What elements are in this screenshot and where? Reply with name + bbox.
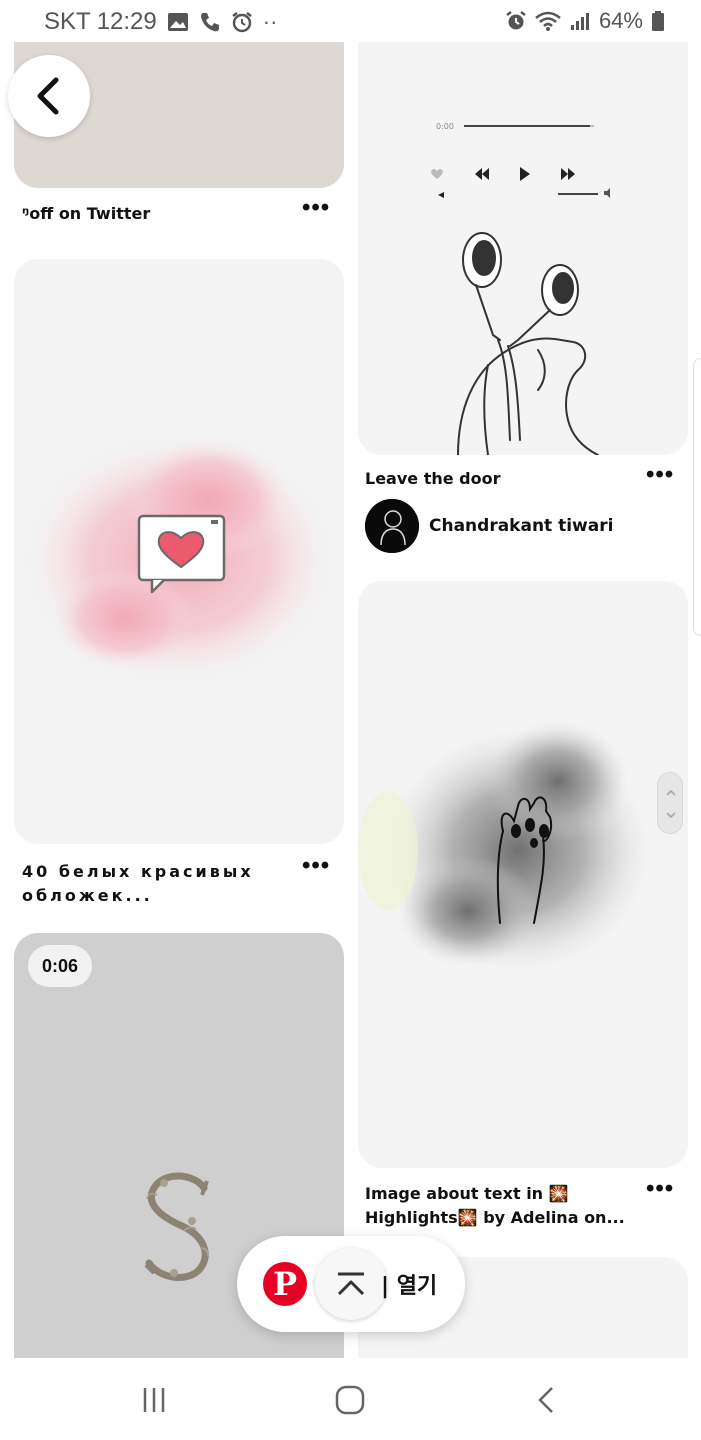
ink-fist-illustration [358,721,648,971]
scroll-arrows-icon [666,789,676,819]
open-app-pill[interactable]: P | 열기 [237,1236,465,1332]
battery-icon [651,10,665,32]
pin-image[interactable] [14,259,344,844]
alarm-icon [231,11,253,33]
video-duration-badge: 0:06 [28,945,93,987]
scroll-to-top-button[interactable] [315,1248,387,1320]
recent-apps-button[interactable] [134,1380,174,1420]
back-icon [538,1387,553,1413]
side-panel-handle[interactable] [693,358,701,636]
earphones-illustration: 0:00 [431,122,610,455]
heart-chat-icon [137,514,226,594]
signal-icon [569,10,591,32]
clock-label: 12:29 [96,8,157,35]
more-options-button[interactable]: ••• [302,194,330,222]
scroll-handle[interactable] [657,772,683,834]
phone-icon [199,11,221,33]
pin-title[interactable]: 40 белых красивых обложек... [22,860,292,908]
avatar[interactable] [365,499,419,553]
home-icon [335,1385,365,1415]
navigation-bar [0,1358,701,1440]
pin-image[interactable]: 0:00 [358,20,688,455]
chevron-left-icon [37,77,59,115]
battery-percent: 64% [598,8,643,33]
person-silhouette-icon [365,499,419,553]
pin-title[interactable]: ᵑoff on Twitter [22,202,292,226]
open-in-app-label[interactable]: | 열기 [381,1268,437,1300]
more-options-button[interactable]: ••• [646,461,674,489]
pinterest-logo-icon[interactable]: P [263,1262,307,1306]
status-bar: SKT 12:29 ·· 64% [0,0,701,42]
gallery-icon [167,11,189,33]
pin-author[interactable]: Chandrakant tiwari [365,499,613,553]
carrier-label: SKT [44,8,91,35]
pin-title[interactable]: Leave the door [365,467,625,491]
pin-title[interactable]: Image about text in 🎇Highlights🎇 by Adel… [365,1182,640,1230]
player-controls [431,167,610,198]
back-button[interactable] [8,55,90,137]
more-options-button[interactable]: ••• [646,1175,674,1203]
pin-image[interactable] [358,581,688,1168]
home-button[interactable] [330,1380,370,1420]
recent-apps-icon [143,1388,165,1412]
status-left: SKT 12:29 ·· [44,8,277,36]
app-root: SKT 12:29 ·· 64% ᵑoff on Twitter ••• 40 … [0,0,701,1440]
status-more-dots: ·· [262,9,278,34]
alarm-icon [505,10,527,32]
chevron-up-icon [337,1272,365,1296]
author-name[interactable]: Chandrakant tiwari [429,516,613,536]
heart-message-illustration [29,439,329,679]
player-time: 0:00 [436,122,454,131]
wifi-icon [535,10,561,32]
system-back-button[interactable] [526,1380,566,1420]
more-options-button[interactable]: ••• [302,852,330,880]
status-right: 64% [505,8,665,34]
